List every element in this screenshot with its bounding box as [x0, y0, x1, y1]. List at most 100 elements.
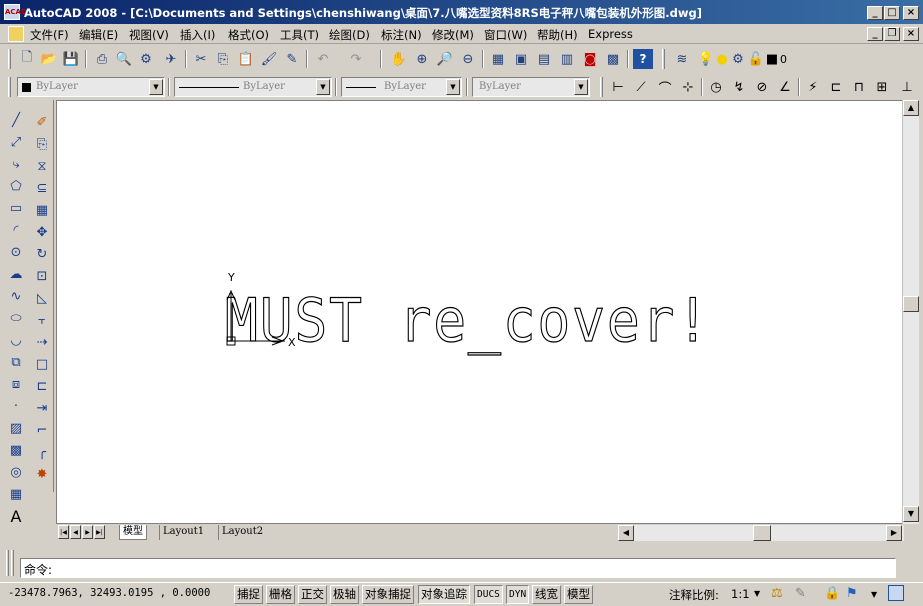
menu-tools[interactable]: 工具(T): [280, 27, 319, 43]
linetype-combo[interactable]: ByLayer ▼: [174, 77, 332, 97]
zoom-realtime-icon[interactable]: ⊕: [412, 49, 432, 69]
fillet-icon[interactable]: ╭: [32, 442, 52, 462]
chamfer-icon[interactable]: ⌐: [32, 420, 52, 440]
menu-dimension[interactable]: 标注(N): [381, 27, 422, 43]
erase-icon[interactable]: ✐: [32, 112, 52, 132]
properties-icon[interactable]: ▦: [488, 49, 508, 69]
menu-edit[interactable]: 编辑(E): [79, 27, 118, 43]
tab-layout2[interactable]: Layout2: [218, 525, 266, 540]
continue-dim-icon[interactable]: ⊓: [849, 77, 869, 97]
arc-icon[interactable]: ◜: [6, 220, 26, 240]
stretch-icon[interactable]: ◺: [32, 288, 52, 308]
next-tab-icon[interactable]: ▶: [82, 525, 93, 539]
status-menu-icon[interactable]: ▼: [871, 590, 877, 599]
scroll-down-icon[interactable]: ▼: [903, 506, 919, 522]
lock-icon[interactable]: 🔒: [824, 586, 840, 601]
chevron-down-icon[interactable]: ▼: [754, 589, 760, 598]
array-icon[interactable]: ▦: [32, 200, 52, 220]
scroll-up-icon[interactable]: ▲: [903, 100, 919, 116]
radius-dim-icon[interactable]: ◷: [706, 77, 726, 97]
arc-length-icon[interactable]: ⌒: [655, 77, 675, 97]
break-at-point-icon[interactable]: □: [32, 354, 52, 374]
zoom-previous-icon[interactable]: ⊖: [458, 49, 478, 69]
table-icon[interactable]: ▦: [6, 484, 26, 504]
chevron-down-icon[interactable]: ▼: [316, 79, 330, 95]
tool-palettes-icon[interactable]: ▤: [534, 49, 554, 69]
dyn-toggle[interactable]: DYN: [506, 585, 530, 604]
plot-icon[interactable]: ⎙: [92, 49, 112, 69]
pan-icon[interactable]: ✋: [389, 49, 409, 69]
maximize-icon[interactable]: □: [884, 6, 900, 20]
extend-icon[interactable]: ⇢: [32, 332, 52, 352]
construction-line-icon[interactable]: ⤢: [6, 132, 26, 152]
horizontal-scroll-thumb[interactable]: [753, 525, 771, 541]
zoom-window-icon[interactable]: 🔎: [435, 49, 455, 69]
annotation-visibility-icon[interactable]: ⚖: [771, 586, 783, 601]
scale-icon[interactable]: ⊡: [32, 266, 52, 286]
quick-dim-icon[interactable]: ⚡: [803, 77, 823, 97]
coordinate-display[interactable]: -23478.7963, 32493.0195 , 0.0000: [8, 587, 210, 599]
dim-space-icon[interactable]: ⊞: [872, 77, 892, 97]
save-icon[interactable]: 💾: [61, 49, 81, 69]
offset-icon[interactable]: ⊆: [32, 178, 52, 198]
copy-object-icon[interactable]: ⎘: [32, 134, 52, 154]
calculator-icon[interactable]: ▩: [603, 49, 623, 69]
join-icon[interactable]: ⇥: [32, 398, 52, 418]
lineweight-combo[interactable]: ByLayer ▼: [341, 77, 462, 97]
line-icon[interactable]: ╱: [6, 110, 26, 130]
break-icon[interactable]: ⊏: [32, 376, 52, 396]
jogged-dim-icon[interactable]: ↯: [729, 77, 749, 97]
snap-toggle[interactable]: 捕捉: [234, 585, 263, 604]
cut-icon[interactable]: ✂: [191, 49, 211, 69]
doc-restore-icon[interactable]: ❐: [884, 27, 900, 41]
tab-model[interactable]: 模型: [119, 525, 147, 540]
gradient-icon[interactable]: ▩: [6, 440, 26, 460]
menu-modify[interactable]: 修改(M): [432, 27, 474, 43]
lineweight-toggle[interactable]: 线宽: [532, 585, 561, 604]
trim-icon[interactable]: ⫟: [32, 310, 52, 330]
undo-icon[interactable]: ↶: [313, 49, 333, 69]
design-center-icon[interactable]: ▣: [511, 49, 531, 69]
block-editor-icon[interactable]: ✎: [282, 49, 302, 69]
ordinate-dim-icon[interactable]: ⊹: [678, 77, 698, 97]
plotstyle-combo[interactable]: ByLayer ▼: [472, 77, 590, 97]
chevron-down-icon[interactable]: ▼: [149, 79, 163, 95]
scroll-right-icon[interactable]: ▶: [886, 525, 902, 541]
copy-icon[interactable]: ⎘: [213, 49, 233, 69]
prev-tab-icon[interactable]: ◀: [70, 525, 81, 539]
ellipse-arc-icon[interactable]: ◡: [6, 330, 26, 350]
drawing-canvas[interactable]: Y X MUST re_cover!: [56, 100, 906, 524]
color-combo[interactable]: ByLayer ▼: [17, 77, 165, 97]
sheet-set-icon[interactable]: ▥: [557, 49, 577, 69]
close-icon[interactable]: ×: [903, 6, 919, 20]
explode-icon[interactable]: ✸: [32, 464, 52, 484]
redo-icon[interactable]: ↷: [346, 49, 366, 69]
mirror-icon[interactable]: ⧖: [32, 156, 52, 176]
paste-icon[interactable]: 📋: [236, 49, 256, 69]
drawing-text-entity[interactable]: MUST re_cover!: [224, 285, 711, 356]
auto-scale-icon[interactable]: ✎: [795, 586, 806, 601]
grid-toggle[interactable]: 栅格: [266, 585, 295, 604]
rotate-icon[interactable]: ↻: [32, 244, 52, 264]
spline-icon[interactable]: ∿: [6, 286, 26, 306]
qnew-icon[interactable]: 📂: [39, 49, 59, 69]
document-icon[interactable]: [8, 26, 24, 42]
menu-draw[interactable]: 绘图(D): [329, 27, 370, 43]
circle-icon[interactable]: ⊙: [6, 242, 26, 262]
annotation-scale-value[interactable]: 1:1: [731, 587, 750, 601]
make-block-icon[interactable]: ⧈: [6, 374, 26, 394]
ortho-toggle[interactable]: 正交: [298, 585, 327, 604]
scroll-left-icon[interactable]: ◀: [618, 525, 634, 541]
doc-close-icon[interactable]: ×: [903, 27, 919, 41]
aligned-dim-icon[interactable]: ⟋: [631, 77, 651, 97]
toolbar-grip[interactable]: [8, 49, 11, 69]
chevron-down-icon[interactable]: ▼: [574, 79, 588, 95]
minimize-icon[interactable]: _: [867, 6, 883, 20]
polygon-icon[interactable]: ⬠: [6, 176, 26, 196]
region-icon[interactable]: ◎: [6, 462, 26, 482]
toolbar-grip[interactable]: [662, 49, 665, 69]
ellipse-icon[interactable]: ⬭: [6, 308, 26, 328]
layer-vp-freeze-icon[interactable]: ⚙: [728, 49, 748, 69]
help-icon[interactable]: ?: [633, 49, 653, 69]
insert-block-icon[interactable]: ⧉: [6, 352, 26, 372]
